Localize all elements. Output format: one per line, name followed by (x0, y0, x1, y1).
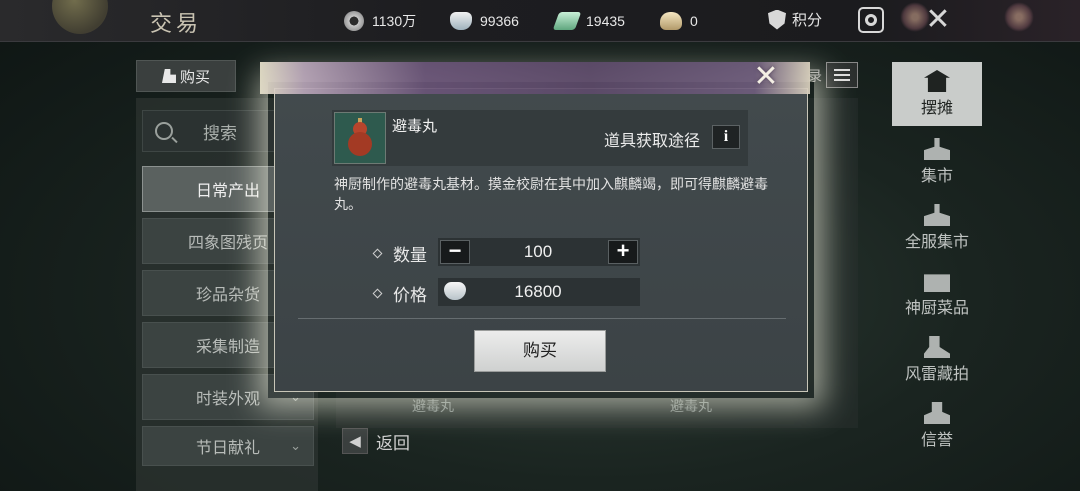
increase-button[interactable]: + (608, 240, 638, 264)
decrease-button[interactable]: − (440, 240, 470, 264)
flower-decoration (1004, 2, 1034, 32)
dialog-banner (260, 62, 810, 94)
back-arrow-icon: ◀ (342, 428, 368, 454)
diamond-bullet-icon (372, 248, 383, 259)
price-value: 16800 (514, 282, 562, 301)
currency-value: 99366 (480, 13, 519, 29)
search-icon (155, 122, 173, 140)
item-thumbnail[interactable] (334, 112, 386, 164)
nav-label: 全服集市 (904, 234, 969, 251)
return-button[interactable]: ◀ 返回 (342, 428, 410, 454)
chevron-down-icon: ⌄ (290, 438, 301, 453)
buy-button[interactable]: 购买 (474, 330, 606, 372)
listing-item[interactable]: 避毒丸 (412, 396, 454, 416)
reputation-icon (924, 402, 950, 424)
nav-label: 神厨菜品 (904, 300, 969, 317)
currency-value: 19435 (586, 13, 625, 29)
item-source-label: 道具获取途径 (604, 133, 701, 150)
tab-buy[interactable]: 购买 (136, 60, 236, 92)
coin-icon (344, 11, 364, 31)
list-view-button[interactable] (826, 62, 858, 88)
jade-icon (552, 12, 582, 30)
nav-server-market[interactable]: 全服集市 (892, 196, 982, 260)
listing-item[interactable]: 避毒丸 (670, 396, 712, 416)
currency-jade[interactable]: 19435 (552, 10, 625, 32)
info-button[interactable]: i (712, 125, 740, 149)
points-label: 积分 (792, 12, 823, 29)
gavel-icon (924, 336, 950, 358)
category-label: 节日献礼 (195, 440, 260, 457)
gear-icon (865, 14, 877, 26)
close-icon[interactable]: ✕ (922, 4, 954, 36)
nav-label: 风雷藏拍 (904, 366, 969, 383)
item-name: 避毒丸 (392, 118, 438, 135)
currency-coin[interactable]: 1130万 (344, 10, 416, 32)
category-label: 珍品杂货 (195, 287, 260, 304)
lamp-icon (924, 138, 950, 160)
moon-decoration (52, 0, 108, 34)
nav-chef-dishes[interactable]: 神厨菜品 (892, 262, 982, 326)
nav-market[interactable]: 集市 (892, 130, 982, 194)
nav-label: 信誉 (920, 432, 953, 449)
silver-ingot-icon (450, 12, 472, 30)
gourd-icon (345, 118, 375, 158)
gold-ingot-icon (660, 12, 682, 30)
page-title: 交易 (150, 11, 203, 36)
stall-icon (924, 70, 950, 92)
category-label: 日常产出 (195, 183, 260, 200)
nav-auction[interactable]: 风雷藏拍 (892, 328, 982, 392)
divider (298, 318, 786, 319)
quantity-label: 数量 (393, 246, 427, 265)
list-icon (834, 69, 850, 71)
shield-icon (768, 9, 786, 30)
currency-gold[interactable]: 0 (660, 10, 698, 32)
top-bar: 交易 1130万 99366 19435 0 积分 ✕ (0, 0, 1080, 42)
category-label: 四象图残页 (187, 235, 268, 252)
lamp-icon (924, 204, 950, 226)
quantity-row-label: 数量 (372, 241, 427, 266)
diamond-bullet-icon (372, 288, 383, 299)
currency-value: 0 (690, 13, 698, 29)
category-item[interactable]: 节日献礼 ⌄ (142, 426, 314, 466)
category-label: 时装外观 (195, 391, 260, 408)
return-label: 返回 (376, 433, 410, 453)
currency-value: 1130万 (372, 13, 417, 29)
tab-buy-label: 购买 (179, 68, 210, 86)
nav-stall[interactable]: 摆摊 (892, 62, 982, 126)
category-label: 采集制造 (195, 339, 260, 356)
points-button[interactable]: 积分 (768, 9, 822, 30)
currency-silver[interactable]: 99366 (450, 10, 519, 32)
item-description: 神厨制作的避毒丸基材。摸金校尉在其中加入麒麟竭，即可得麒麟避毒丸。 (334, 176, 768, 212)
settings-button[interactable] (858, 7, 884, 33)
price-label: 价格 (393, 286, 427, 305)
close-icon[interactable]: ✕ (750, 62, 782, 94)
nav-label: 摆摊 (920, 100, 953, 117)
search-label: 搜索 (203, 123, 237, 143)
hand-icon (161, 69, 176, 83)
food-box-icon (924, 274, 950, 292)
price-row-label: 价格 (372, 281, 427, 306)
nav-label: 集市 (920, 168, 953, 185)
quantity-input[interactable]: 100 (470, 240, 606, 264)
nav-reputation[interactable]: 信誉 (892, 394, 982, 458)
